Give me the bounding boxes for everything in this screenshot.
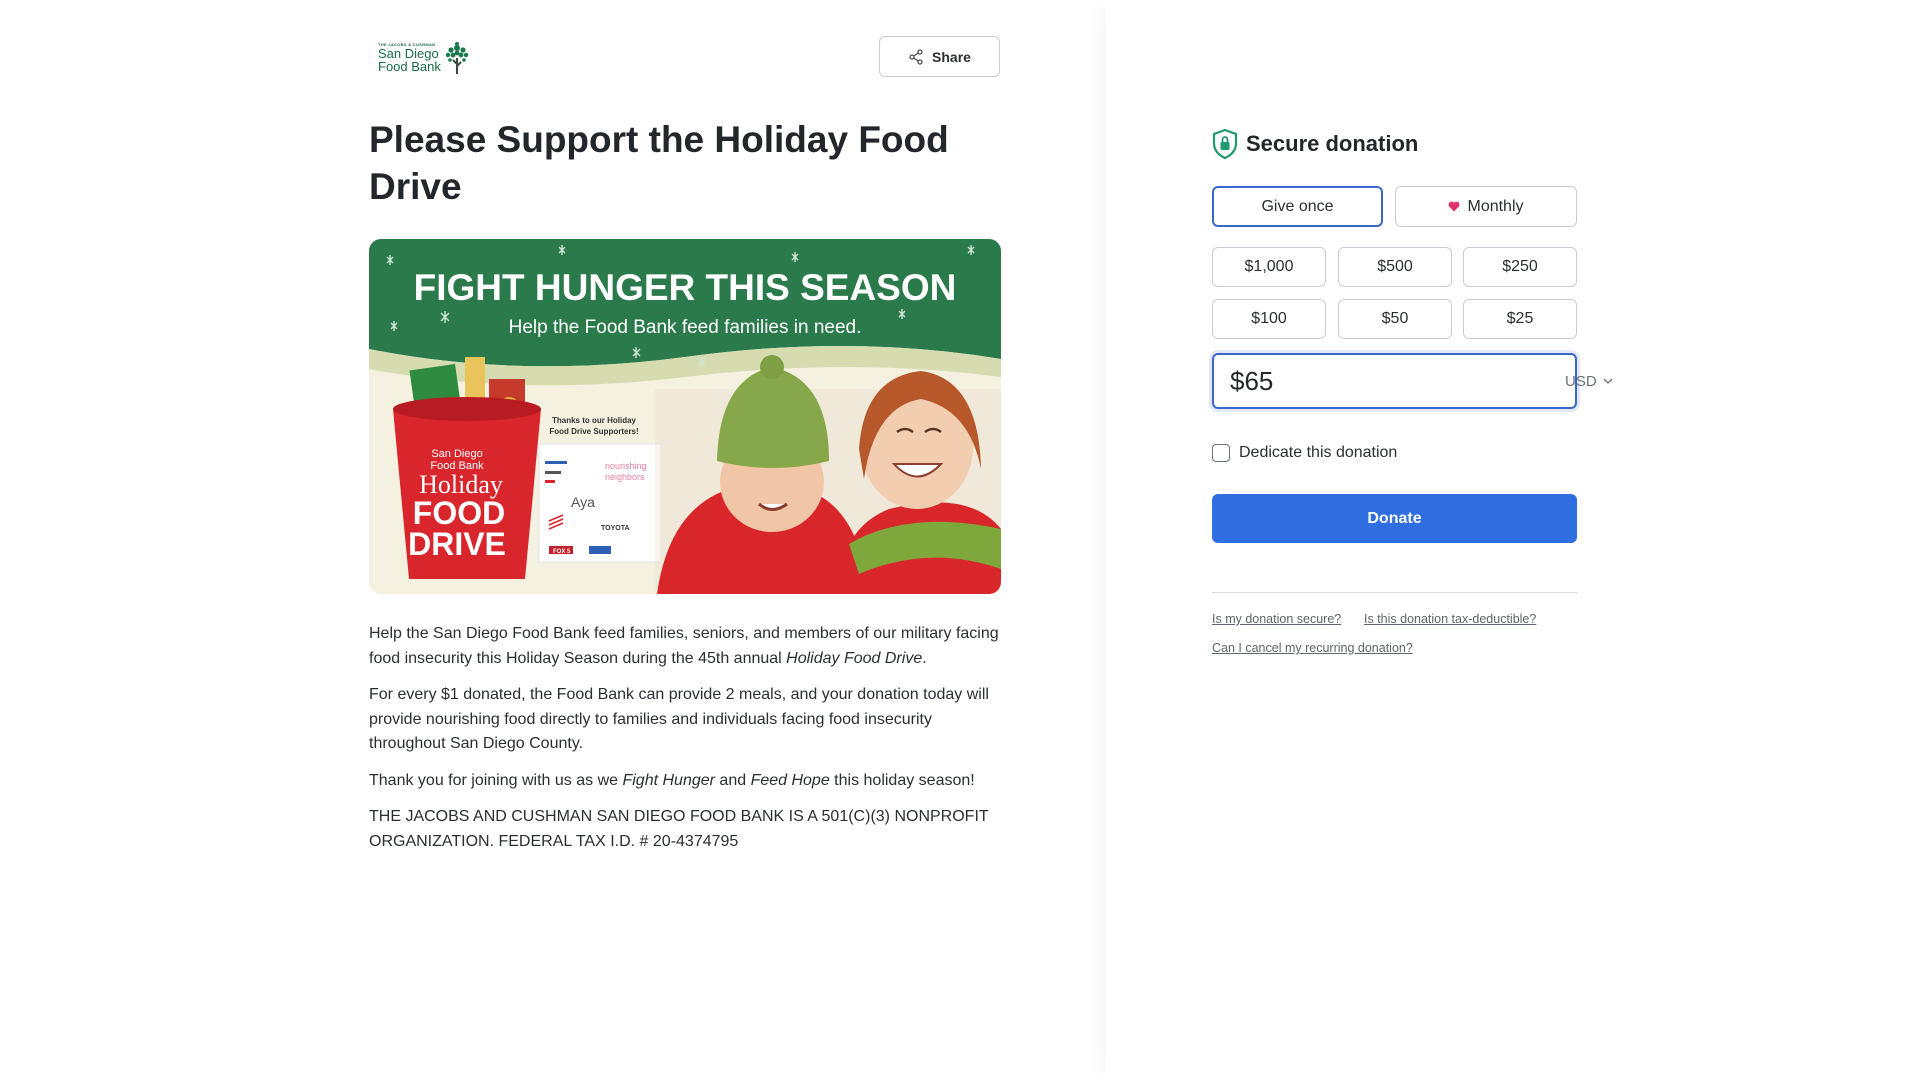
p1-text-end: . bbox=[922, 649, 927, 667]
banner-headline: FIGHT HUNGER THIS SEASON bbox=[414, 267, 957, 308]
banner-subhead: Help the Food Bank feed families in need… bbox=[509, 317, 862, 338]
faq-tax-deductible-link[interactable]: Is this donation tax-deductible? bbox=[1364, 612, 1536, 626]
give-once-label: Give once bbox=[1261, 197, 1334, 215]
secure-donation-header: Secure donation bbox=[1212, 129, 1418, 159]
sponsor-aya: Aya bbox=[571, 494, 595, 510]
food-bucket: San Diego Food Bank Holiday FOOD DRIVE bbox=[393, 357, 541, 579]
shield-lock-icon bbox=[1212, 129, 1238, 159]
sponsor-toyota: TOYOTA bbox=[601, 525, 630, 532]
holiday-food-drive-banner: FIGHT HUNGER THIS SEASON Help the Food B… bbox=[369, 239, 1001, 594]
sponsor-nourishing: nourishing bbox=[605, 461, 647, 471]
tree-icon bbox=[445, 42, 469, 74]
amount-250-button[interactable]: $250 bbox=[1463, 247, 1577, 287]
bucket-logo-1: San Diego bbox=[431, 448, 482, 460]
campaign-pane: THE JACOBS & CUSHMAN San Diego Food Bank… bbox=[0, 0, 1106, 1080]
logo-text: THE JACOBS & CUSHMAN San Diego Food Bank bbox=[378, 43, 441, 74]
share-button[interactable]: Share bbox=[879, 36, 1000, 77]
amount-100-button[interactable]: $100 bbox=[1212, 299, 1326, 339]
monthly-button[interactable]: Monthly bbox=[1395, 186, 1577, 227]
p3-emphasis-1: Fight Hunger bbox=[622, 771, 715, 789]
amount-50-button[interactable]: $50 bbox=[1338, 299, 1452, 339]
p1-emphasis: Holiday Food Drive bbox=[786, 649, 923, 667]
sponsor-fox5: FOX 5 bbox=[553, 549, 571, 555]
currency-select[interactable]: USD bbox=[1565, 373, 1613, 390]
bucket-text-3: DRIVE bbox=[408, 526, 506, 562]
dedicate-donation-option[interactable]: Dedicate this donation bbox=[1212, 444, 1397, 462]
description-paragraph-1: Help the San Diego Food Bank feed famili… bbox=[369, 622, 1009, 671]
sponsors-title-2: Food Drive Supporters! bbox=[549, 427, 638, 436]
custom-amount-field[interactable]: USD bbox=[1212, 353, 1613, 409]
amount-input[interactable] bbox=[1230, 365, 1565, 397]
p3-emphasis-2: Feed Hope bbox=[750, 771, 830, 789]
children-illustration bbox=[655, 355, 1001, 594]
p3-text: Thank you for joining with us as we bbox=[369, 771, 623, 789]
food-bank-logo[interactable]: THE JACOBS & CUSHMAN San Diego Food Bank bbox=[378, 38, 474, 78]
description-paragraph-3: Thank you for joining with us as we Figh… bbox=[369, 769, 1009, 794]
p3-text-end: this holiday season! bbox=[829, 771, 975, 789]
nonprofit-statement: THE JACOBS AND CUSHMAN SAN DIEGO FOOD BA… bbox=[369, 808, 989, 850]
faq-cancel-recurring-link[interactable]: Can I cancel my recurring donation? bbox=[1212, 641, 1413, 655]
chevron-down-icon bbox=[1603, 378, 1613, 384]
monthly-label: Monthly bbox=[1467, 197, 1524, 215]
share-icon bbox=[909, 48, 923, 65]
banner-illustration: FIGHT HUNGER THIS SEASON Help the Food B… bbox=[369, 239, 1001, 594]
donate-button[interactable]: Donate bbox=[1212, 494, 1577, 543]
description-paragraph-2: For every $1 donated, the Food Bank can … bbox=[369, 686, 989, 752]
p3-text-mid: and bbox=[714, 771, 751, 789]
dedicate-label: Dedicate this donation bbox=[1239, 444, 1398, 461]
sponsors-title-1: Thanks to our Holiday bbox=[552, 416, 637, 425]
logo-line-2: Food Bank bbox=[378, 59, 441, 74]
share-label: Share bbox=[932, 48, 971, 65]
dedicate-checkbox[interactable] bbox=[1212, 444, 1230, 462]
page-title: Please Support the Holiday Food Drive bbox=[369, 119, 949, 207]
faq-donation-secure-link[interactable]: Is my donation secure? bbox=[1212, 612, 1341, 626]
give-once-button[interactable]: Give once bbox=[1212, 186, 1383, 227]
heart-icon bbox=[1449, 201, 1460, 212]
currency-label: USD bbox=[1565, 372, 1597, 390]
divider bbox=[1212, 592, 1577, 593]
campaign-description: Help the San Diego Food Bank feed famili… bbox=[369, 622, 1009, 866]
secure-donation-title: Secure donation bbox=[1246, 131, 1419, 156]
amount-25-button[interactable]: $25 bbox=[1463, 299, 1577, 339]
sponsor-neighbors: neighbors bbox=[605, 472, 645, 482]
amount-1000-button[interactable]: $1,000 bbox=[1212, 247, 1326, 287]
amount-500-button[interactable]: $500 bbox=[1338, 247, 1452, 287]
